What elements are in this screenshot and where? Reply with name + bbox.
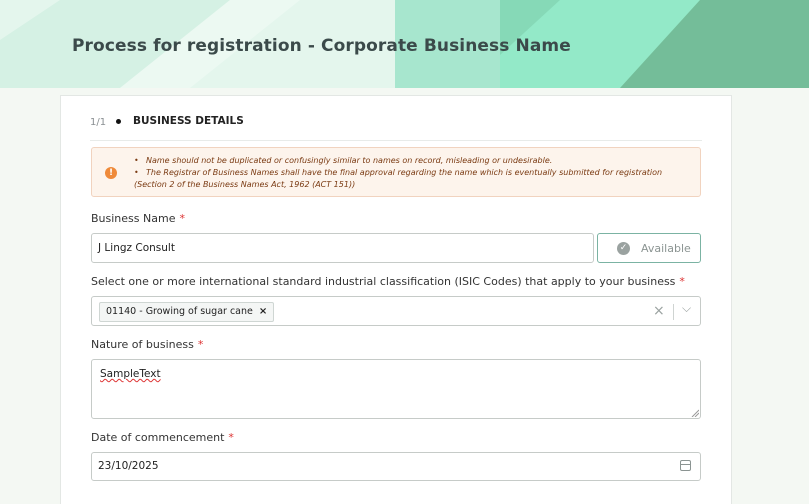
- calendar-icon[interactable]: [680, 460, 691, 471]
- remove-chip-icon[interactable]: ×: [259, 306, 267, 317]
- notice-text: • Name should not be duplicated or confus…: [134, 155, 694, 191]
- nature-label: Nature of business *: [91, 338, 204, 351]
- stepper: 1/1 BUSINESS DETAILS: [90, 115, 702, 141]
- required-mark: *: [228, 431, 234, 444]
- clear-icon[interactable]: ×: [653, 303, 665, 319]
- business-name-label: Business Name *: [91, 212, 185, 225]
- step-number: 1/1: [90, 117, 107, 128]
- header-banner: Process for registration - Corporate Bus…: [0, 0, 809, 88]
- step-label: BUSINESS DETAILS: [133, 115, 244, 127]
- page-title: Process for registration - Corporate Bus…: [72, 36, 571, 56]
- nature-value: SampleText: [100, 368, 161, 380]
- required-mark: *: [197, 338, 204, 351]
- required-mark: *: [679, 275, 685, 288]
- notice-item: • The Registrar of Business Names shall h…: [134, 168, 663, 189]
- isic-select[interactable]: 01140 - Growing of sugar cane × × ⌵: [91, 296, 701, 326]
- warning-icon: !: [105, 167, 117, 179]
- availability-label: Available: [641, 242, 691, 255]
- check-circle-icon: ✓: [617, 242, 630, 255]
- isic-chip: 01140 - Growing of sugar cane ×: [99, 302, 275, 322]
- date-input[interactable]: 23/10/2025: [91, 452, 701, 481]
- step-dot-icon: [116, 119, 121, 124]
- resize-handle-icon[interactable]: [691, 409, 699, 417]
- date-value: 23/10/2025: [98, 460, 159, 472]
- nature-textarea[interactable]: SampleText: [91, 359, 701, 419]
- business-name-input[interactable]: J Lingz Consult: [91, 233, 594, 263]
- select-separator: [673, 304, 674, 320]
- date-label: Date of commencement *: [91, 431, 234, 444]
- notice-item: • Name should not be duplicated or confus…: [134, 156, 553, 165]
- notice-box: ! • Name should not be duplicated or conf…: [91, 147, 701, 197]
- availability-button[interactable]: ✓ Available: [597, 233, 701, 263]
- isic-label: Select one or more international standar…: [91, 275, 685, 288]
- required-mark: *: [179, 212, 185, 225]
- chevron-down-icon[interactable]: ⌵: [682, 301, 691, 316]
